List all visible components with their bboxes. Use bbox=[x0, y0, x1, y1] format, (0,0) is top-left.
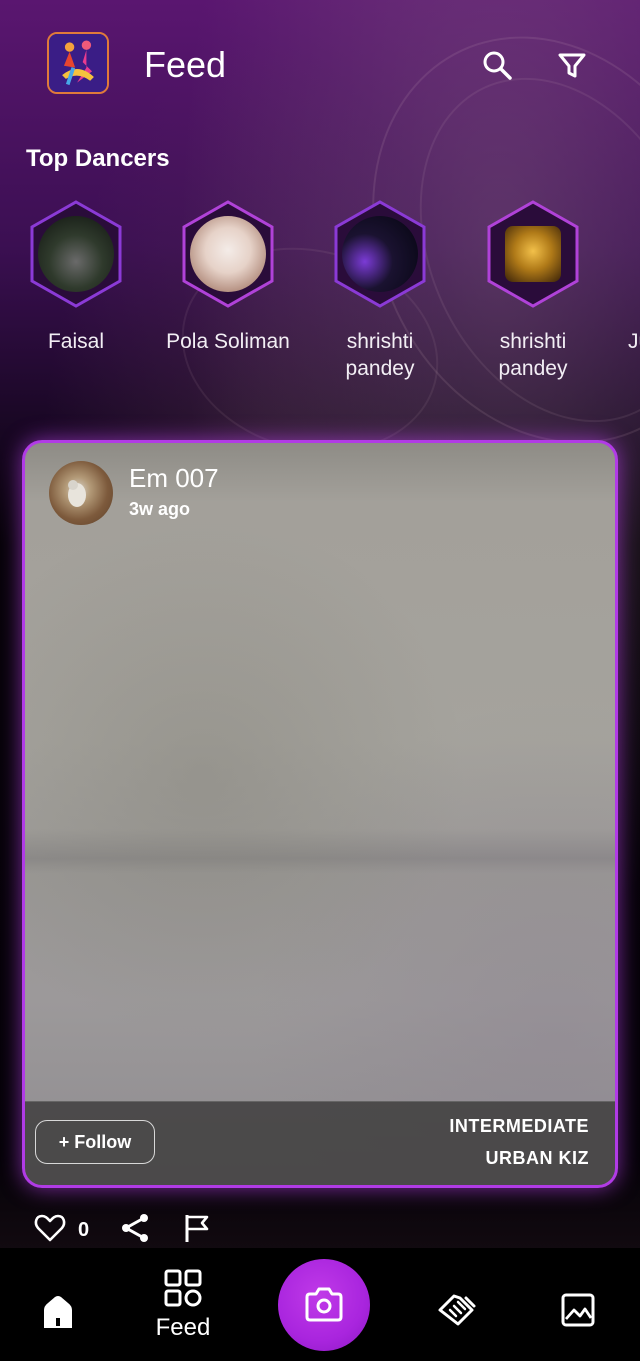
camera-button[interactable] bbox=[278, 1259, 370, 1351]
dancer-name: Ju bbox=[628, 330, 640, 353]
dancer-item[interactable]: Faisal bbox=[0, 198, 152, 355]
dancer-name: Faisal bbox=[47, 330, 105, 353]
dancer-name: shrishti pandey bbox=[345, 330, 415, 380]
bottom-navigation: Feed bbox=[0, 1248, 640, 1361]
nav-feed-label: Feed bbox=[155, 1314, 211, 1341]
page-title: Feed bbox=[144, 44, 227, 85]
nav-feed[interactable]: Feed bbox=[148, 1268, 218, 1342]
post-timestamp: 3w ago bbox=[129, 499, 191, 519]
like-count: 0 bbox=[78, 1219, 90, 1241]
app-header: Feed bbox=[0, 0, 640, 130]
heart-icon[interactable] bbox=[33, 1211, 67, 1245]
dancer-name: shrishti pandey bbox=[498, 330, 568, 380]
flag-icon[interactable] bbox=[181, 1211, 215, 1245]
filter-icon[interactable] bbox=[555, 48, 589, 82]
avatar bbox=[342, 216, 418, 292]
dancer-item[interactable]: Ju bbox=[610, 198, 640, 355]
grid-icon bbox=[164, 1269, 202, 1307]
avatar bbox=[505, 226, 561, 282]
hexagon-avatar-frame bbox=[483, 198, 583, 310]
post-actions: 0 bbox=[0, 1205, 640, 1253]
post-author-name[interactable]: Em 007 bbox=[129, 463, 219, 494]
hexagon-avatar-frame bbox=[610, 198, 640, 310]
handshake-icon[interactable] bbox=[436, 1288, 480, 1332]
camera-icon bbox=[305, 1287, 343, 1322]
dance-style-badge: URBAN KIZ bbox=[485, 1148, 589, 1168]
home-icon[interactable] bbox=[38, 1292, 78, 1332]
post-video[interactable] bbox=[25, 443, 615, 1185]
top-dancers-carousel[interactable]: Faisal Pola Soliman shrishti pandey shri… bbox=[0, 198, 640, 398]
dancer-item[interactable]: shrishti pandey bbox=[304, 198, 456, 382]
share-icon[interactable] bbox=[118, 1211, 152, 1245]
avatar bbox=[38, 216, 114, 292]
dancing-couple-logo bbox=[47, 32, 109, 94]
post-card[interactable]: Em 007 3w ago + Follow INTERMEDIATE URBA… bbox=[22, 440, 618, 1188]
top-dancers-heading: Top Dancers bbox=[26, 145, 170, 172]
search-icon[interactable] bbox=[480, 48, 514, 82]
avatar[interactable] bbox=[49, 461, 113, 525]
hexagon-avatar-frame bbox=[26, 198, 126, 310]
follow-button[interactable]: + Follow bbox=[35, 1120, 155, 1164]
avatar bbox=[190, 216, 266, 292]
hexagon-avatar-frame bbox=[330, 198, 430, 310]
dancer-item[interactable]: shrishti pandey bbox=[457, 198, 609, 382]
dancer-item[interactable]: Pola Soliman bbox=[152, 198, 304, 355]
level-badge: INTERMEDIATE bbox=[449, 1116, 589, 1136]
post-footer: + Follow INTERMEDIATE URBAN KIZ bbox=[25, 1101, 615, 1185]
hexagon-avatar-frame bbox=[178, 198, 278, 310]
gallery-icon[interactable] bbox=[560, 1292, 596, 1328]
dancer-name: Pola Soliman bbox=[166, 330, 290, 353]
